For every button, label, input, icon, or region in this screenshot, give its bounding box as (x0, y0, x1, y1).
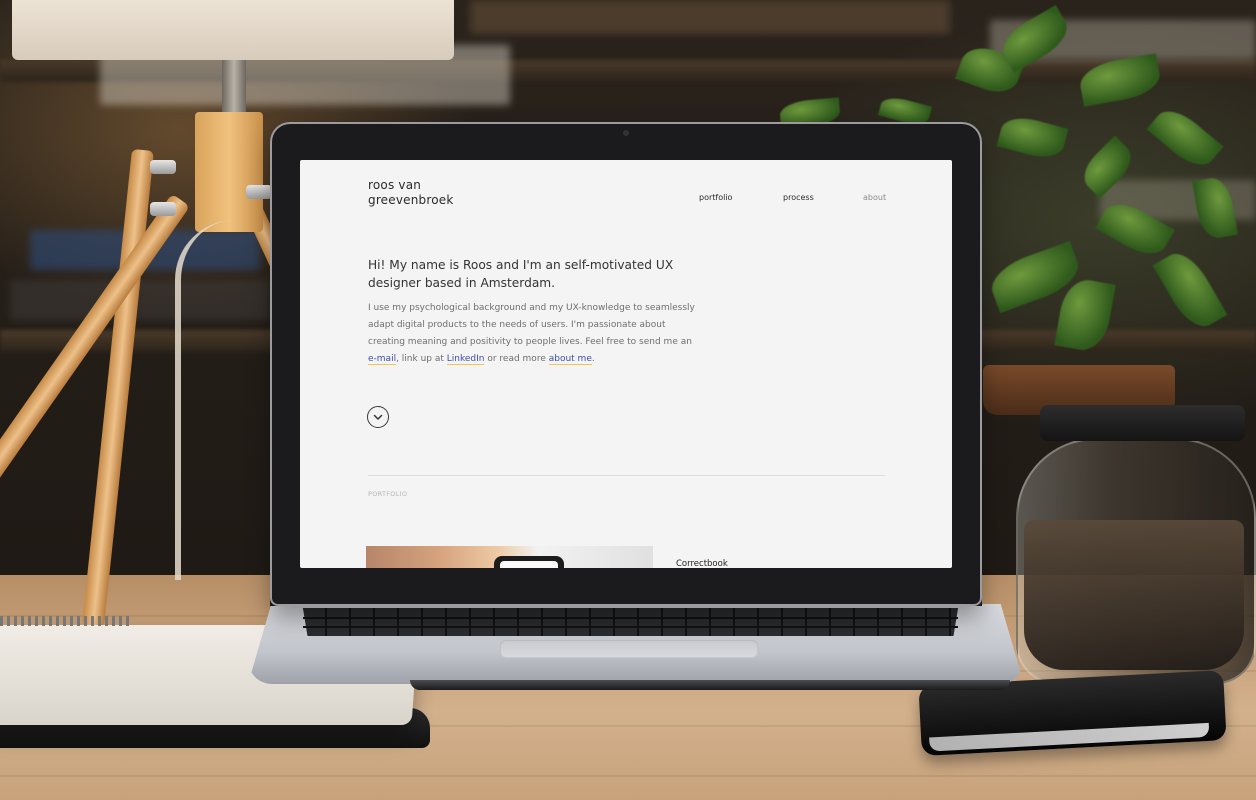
section-divider (368, 475, 885, 476)
lamp-knob (246, 185, 272, 199)
hero-body-text: or read more (484, 354, 549, 364)
email-link[interactable]: e-mail (368, 354, 397, 365)
jar-contents (1024, 520, 1244, 670)
about-me-link[interactable]: about me (548, 354, 592, 365)
scroll-down-button[interactable] (367, 406, 389, 428)
hero-body: I use my psychological background and my… (368, 300, 698, 368)
laptop-trackpad (500, 640, 758, 658)
phone-mockup (494, 556, 564, 568)
lamp-knob (150, 160, 176, 174)
webcam-icon (623, 130, 629, 136)
hero-body-text: , link up at (396, 354, 447, 364)
photo-scene: roos van greevenbroek portfolio process … (0, 0, 1256, 800)
lamp-shade (12, 0, 454, 60)
lamp-knob (150, 202, 176, 216)
nav-link-about[interactable]: about (863, 193, 886, 202)
nav-link-process[interactable]: process (783, 193, 814, 202)
linkedin-link[interactable]: LinkedIn (446, 354, 485, 365)
portfolio-section-label: PORTFOLIO (368, 490, 408, 498)
chevron-down-icon (373, 414, 383, 420)
lamp-cable (175, 220, 251, 580)
laptop-keyboard (303, 608, 958, 636)
nav-link-portfolio[interactable]: portfolio (699, 193, 732, 202)
hero-title: Hi! My name is Roos and I'm an self-moti… (368, 258, 674, 290)
site-logo[interactable]: roos van greevenbroek (368, 178, 454, 208)
laptop-base-edge (410, 680, 1010, 690)
project-title[interactable]: Correctbook (676, 559, 728, 568)
book (470, 0, 950, 34)
hero-body-text: I use my psychological background and my… (368, 303, 695, 347)
project-thumbnail[interactable] (366, 546, 653, 568)
lamp-joint (195, 112, 263, 232)
hero-body-text: . (591, 354, 595, 364)
laptop-screen: roos van greevenbroek portfolio process … (300, 160, 952, 568)
lamp-neck (222, 60, 246, 115)
jar-lid (1040, 405, 1245, 441)
notebook-spiral (0, 616, 130, 626)
